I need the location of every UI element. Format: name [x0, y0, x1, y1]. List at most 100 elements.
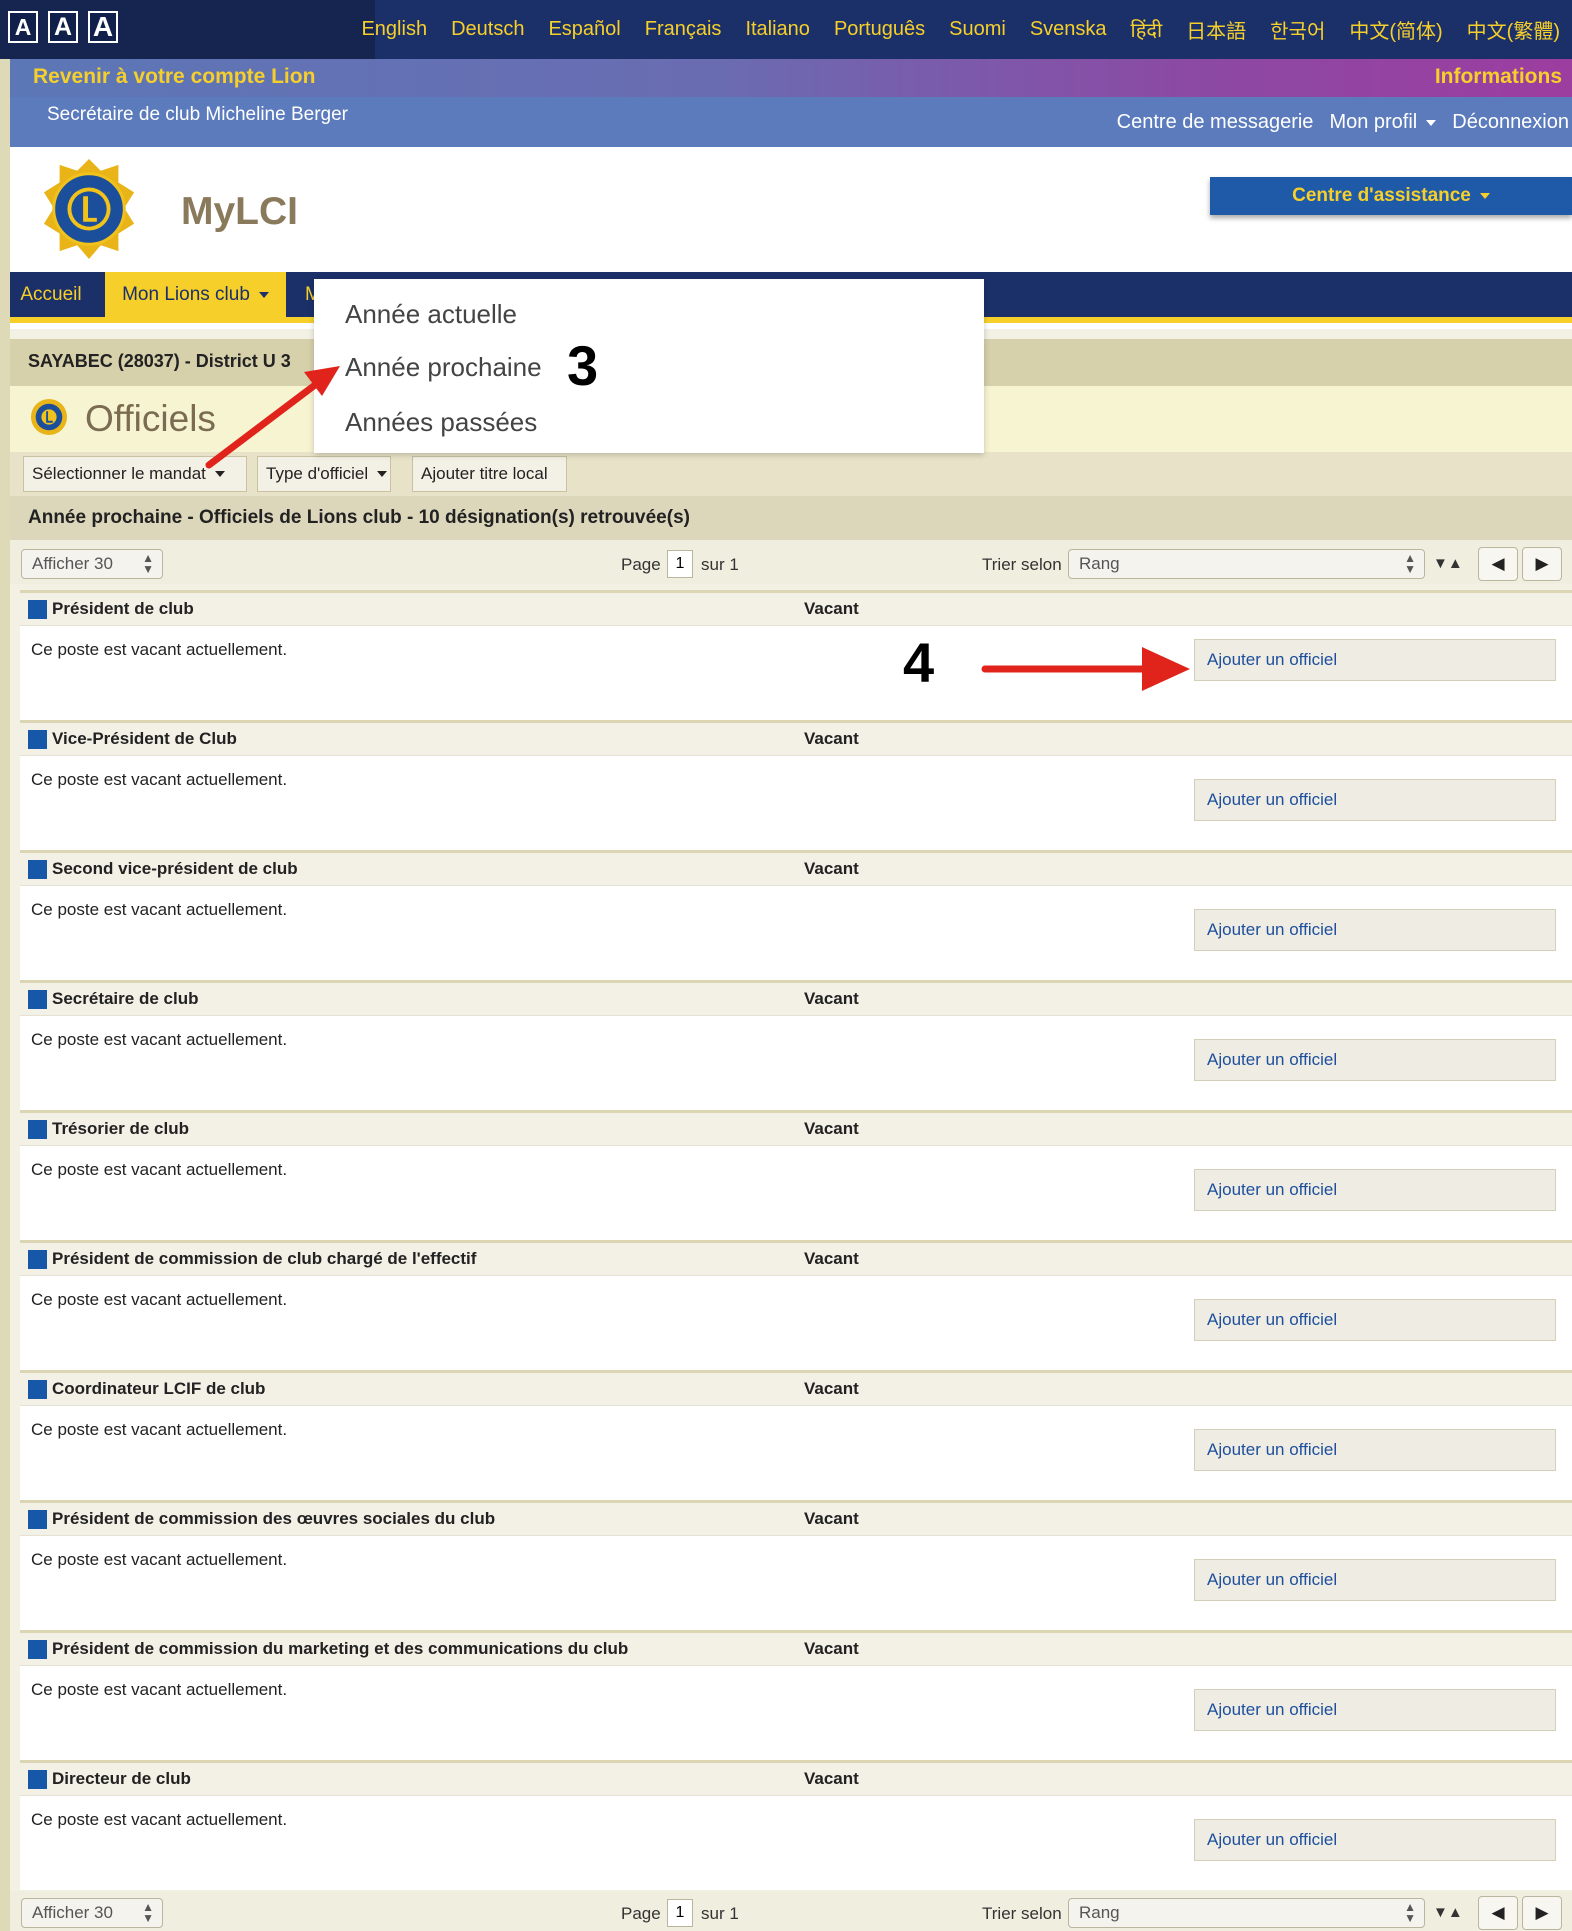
chevron-down-icon	[258, 291, 269, 298]
officer-status: Vacant	[804, 989, 859, 1008]
officer-status: Vacant	[804, 599, 859, 618]
lang-svenska[interactable]: Svenska	[1018, 18, 1119, 41]
profile-menu[interactable]: Mon profil	[1329, 111, 1437, 134]
sort-label: Trier selon	[982, 555, 1062, 574]
add-local-title-button[interactable]: Ajouter titre local	[412, 456, 567, 492]
vacancy-message: Ce poste est vacant actuellement.	[31, 1550, 288, 1569]
officer-type-dropdown[interactable]: Type d'officiel	[257, 456, 391, 492]
next-page-button[interactable]: ▶	[1522, 1896, 1562, 1930]
add-officer-button[interactable]: Ajouter un officiel	[1194, 639, 1556, 681]
prev-page-button[interactable]: ◀	[1478, 1896, 1518, 1930]
lang-portugues[interactable]: Português	[822, 18, 937, 41]
lang-japanese[interactable]: 日本語	[1174, 15, 1258, 44]
officer-section: Second vice-président de club Vacant Ce p…	[20, 850, 1572, 980]
up-down-icon: ▲ ▼	[142, 551, 154, 576]
officer-section: Président de club Vacant Ce poste est vac…	[20, 590, 1572, 720]
brand-name: MyLCI	[181, 190, 298, 233]
sort-select[interactable]: Rang ▲ ▼	[1068, 1898, 1425, 1928]
vacancy-message: Ce poste est vacant actuellement.	[31, 900, 288, 919]
pager-bottom: Afficher 30 ▲ ▼ Page 1 sur 1 Trier selon R…	[10, 1891, 1572, 1931]
sort-value: Rang	[1079, 554, 1120, 573]
officer-status: Vacant	[804, 1119, 859, 1138]
officer-section: Président de commission du marketing et …	[20, 1630, 1572, 1760]
officer-title: Vice-Président de Club	[52, 729, 237, 748]
step-4-label: 4	[903, 631, 935, 694]
logout-link[interactable]: Déconnexion	[1452, 111, 1569, 134]
results-summary-bar: Année prochaine - Officiels de Lions clu…	[10, 496, 1572, 540]
add-officer-button[interactable]: Ajouter un officiel	[1194, 1039, 1556, 1081]
chevron-down-icon	[214, 471, 225, 477]
officers-toolbar: Sélectionner le mandat Type d'officiel A…	[10, 452, 1572, 496]
sort-direction-icon[interactable]: ▼▲	[1433, 555, 1463, 572]
menu-item-next-year[interactable]: Année prochaine	[345, 352, 542, 383]
user-bar: Secrétaire de club Micheline Berger Cent…	[10, 97, 1572, 147]
add-officer-button[interactable]: Ajouter un officiel	[1194, 909, 1556, 951]
lang-chinese-simplified[interactable]: 中文(简体)	[1337, 15, 1454, 44]
message-center-link[interactable]: Centre de messagerie	[1117, 111, 1314, 134]
next-page-button[interactable]: ▶	[1522, 547, 1562, 581]
sort-select[interactable]: Rang ▲ ▼	[1068, 549, 1425, 579]
officer-title: Directeur de club	[52, 1769, 191, 1788]
officer-status: Vacant	[804, 729, 859, 748]
add-officer-button[interactable]: Ajouter un officiel	[1194, 1689, 1556, 1731]
page-size-select[interactable]: Afficher 30 ▲ ▼	[21, 549, 163, 579]
section-marker-icon	[28, 730, 47, 749]
add-officer-button[interactable]: Ajouter un officiel	[1194, 1429, 1556, 1471]
officer-type-label: Type d'officiel	[266, 464, 369, 483]
menu-item-current-year[interactable]: Année actuelle	[345, 299, 517, 330]
prev-page-button[interactable]: ◀	[1478, 547, 1518, 581]
sort-direction-icon[interactable]: ▼▲	[1433, 1904, 1463, 1921]
font-size-small-button[interactable]: A	[8, 11, 38, 43]
lang-italiano[interactable]: Italiano	[733, 18, 822, 41]
lang-deutsch[interactable]: Deutsch	[439, 18, 536, 41]
font-size-large-button[interactable]: A	[88, 11, 118, 43]
officer-section: Président de commission de club chargé d…	[20, 1240, 1572, 1370]
add-officer-button[interactable]: Ajouter un officiel	[1194, 1559, 1556, 1601]
page-number-input[interactable]: 1	[667, 1899, 693, 1927]
select-term-dropdown[interactable]: Sélectionner le mandat	[23, 456, 247, 492]
lang-english[interactable]: English	[349, 18, 439, 41]
lang-suomi[interactable]: Suomi	[937, 18, 1018, 41]
vacancy-message: Ce poste est vacant actuellement.	[31, 1290, 288, 1309]
lang-korean[interactable]: 한국어	[1258, 15, 1337, 44]
chevron-down-icon	[1426, 119, 1437, 126]
page-number-input[interactable]: 1	[667, 550, 693, 578]
officer-title: Président de commission de club chargé d…	[52, 1249, 477, 1268]
lang-espanol[interactable]: Español	[536, 18, 632, 41]
up-down-icon: ▲ ▼	[1404, 1900, 1416, 1925]
lang-hindi[interactable]: हिंदी	[1119, 16, 1175, 43]
current-user: Secrétaire de club Micheline Berger	[47, 104, 348, 125]
officer-status: Vacant	[804, 1509, 859, 1528]
information-link[interactable]: Informations	[1435, 65, 1562, 89]
back-to-account-link[interactable]: Revenir à votre compte Lion	[33, 65, 315, 89]
officer-status: Vacant	[804, 1249, 859, 1268]
officer-status: Vacant	[804, 859, 859, 878]
officer-section: Secrétaire de club Vacant Ce poste est va…	[20, 980, 1572, 1110]
help-center-button[interactable]: Centre d'assistance	[1210, 177, 1572, 215]
vacancy-message: Ce poste est vacant actuellement.	[31, 1420, 288, 1439]
add-officer-button[interactable]: Ajouter un officiel	[1194, 779, 1556, 821]
step-3-label: 3	[567, 334, 599, 397]
officer-section: Président de commission des œuvres socia…	[20, 1500, 1572, 1630]
font-size-area: A A A	[0, 0, 375, 59]
font-size-medium-button[interactable]: A	[48, 11, 78, 43]
page-label: Page	[621, 555, 661, 574]
page-size-select[interactable]: Afficher 30 ▲ ▼	[21, 1898, 163, 1928]
officer-title: Président de club	[52, 599, 194, 618]
lang-chinese-traditional[interactable]: 中文(繁體)	[1455, 15, 1572, 44]
section-marker-icon	[28, 1120, 47, 1139]
help-center-label: Centre d'assistance	[1292, 185, 1471, 206]
officer-status: Vacant	[804, 1639, 859, 1658]
lang-francais[interactable]: Français	[633, 18, 734, 41]
vacancy-message: Ce poste est vacant actuellement.	[31, 1030, 288, 1049]
menu-item-past-years[interactable]: Années passées	[345, 407, 537, 438]
term-dropdown-menu: Année actuelle Année prochaine Années pa…	[314, 279, 984, 453]
page-title: Officiels	[85, 398, 216, 439]
add-officer-button[interactable]: Ajouter un officiel	[1194, 1819, 1556, 1861]
nav-my-club[interactable]: Mon Lions club	[105, 272, 286, 317]
vacancy-message: Ce poste est vacant actuellement.	[31, 770, 288, 789]
nav-home[interactable]: Accueil	[10, 272, 92, 317]
add-officer-button[interactable]: Ajouter un officiel	[1194, 1169, 1556, 1211]
add-officer-button[interactable]: Ajouter un officiel	[1194, 1299, 1556, 1341]
officer-title: Second vice-président de club	[52, 859, 298, 878]
